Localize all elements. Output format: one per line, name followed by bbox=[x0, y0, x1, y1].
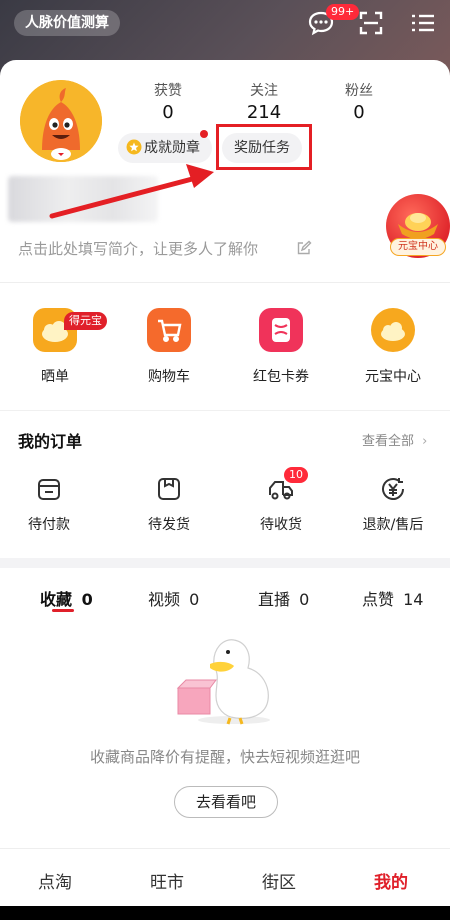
orders-title: 我的订单 bbox=[18, 432, 83, 451]
system-bar bbox=[0, 906, 450, 920]
stat-followers[interactable]: 粉丝 0 bbox=[319, 80, 399, 123]
stat-label: 粉丝 bbox=[345, 83, 373, 99]
achievement-label: 成就勋章 bbox=[144, 140, 200, 156]
order-pending-shipment[interactable]: 待发货 bbox=[124, 474, 214, 534]
view-all-orders-link[interactable]: 查看全部 › bbox=[362, 430, 427, 449]
quick-action-label: 元宝中心 bbox=[365, 369, 421, 385]
view-all-label: 查看全部 bbox=[362, 434, 415, 449]
active-tab-indicator bbox=[52, 609, 74, 612]
stat-label: 关注 bbox=[250, 83, 278, 99]
nav-wangshi[interactable]: 旺市 bbox=[150, 868, 184, 893]
yuanbao-icon bbox=[371, 308, 415, 352]
order-refund[interactable]: 退款/售后 bbox=[348, 474, 438, 534]
bio-placeholder[interactable]: 点击此处填写简介，让更多人了解你 bbox=[18, 238, 258, 259]
quick-action-label: 红包卡券 bbox=[253, 369, 309, 385]
blurred-username bbox=[8, 176, 158, 222]
quick-action-label: 晒单 bbox=[41, 369, 69, 385]
menu-icon[interactable] bbox=[408, 8, 438, 38]
avatar[interactable] bbox=[20, 80, 102, 162]
earn-yuanbao-badge: 得元宝 bbox=[64, 312, 107, 330]
order-pending-receipt[interactable]: 待收货 bbox=[236, 474, 326, 534]
refund-icon bbox=[378, 474, 408, 504]
quick-action-yuanbao[interactable]: 元宝中心 bbox=[348, 308, 438, 386]
yuanbao-float-label: 元宝中心 bbox=[390, 238, 446, 256]
medal-icon bbox=[126, 139, 142, 155]
cart-icon bbox=[147, 308, 191, 352]
tab-label: 点赞 bbox=[362, 590, 395, 609]
stat-value: 0 bbox=[162, 102, 174, 123]
stat-value: 0 bbox=[353, 102, 365, 123]
quick-action-coupons[interactable]: 红包卡券 bbox=[236, 308, 326, 386]
tab-label: 收藏 bbox=[40, 590, 73, 609]
order-pending-payment[interactable]: 待付款 bbox=[4, 474, 94, 534]
order-label: 退款/售后 bbox=[362, 517, 424, 533]
message-count-badge: 99+ bbox=[326, 4, 360, 20]
tab-label: 直播 bbox=[258, 590, 291, 609]
tab-live[interactable]: 直播 0 bbox=[258, 586, 309, 610]
order-label: 待付款 bbox=[28, 517, 70, 533]
tab-count: 14 bbox=[403, 590, 424, 609]
tab-favorites[interactable]: 收藏 0 bbox=[40, 586, 93, 610]
go-browse-button[interactable]: 去看看吧 bbox=[174, 786, 278, 818]
empty-state-illustration bbox=[172, 628, 282, 728]
scan-icon[interactable] bbox=[356, 8, 386, 38]
achievement-button[interactable]: 成就勋章 bbox=[118, 133, 212, 163]
quick-action-cart[interactable]: 购物车 bbox=[124, 308, 214, 386]
tab-label: 视频 bbox=[148, 590, 181, 609]
edit-icon[interactable] bbox=[296, 240, 312, 256]
coupon-icon bbox=[259, 308, 303, 352]
tab-count: 0 bbox=[81, 590, 93, 609]
annotation-highlight-box bbox=[216, 124, 312, 170]
stat-label: 获赞 bbox=[154, 83, 182, 99]
empty-state-text: 收藏商品降价有提醒，快去短视频逛逛吧 bbox=[89, 748, 360, 766]
order-count-badge: 10 bbox=[284, 467, 308, 483]
tab-count: 0 bbox=[189, 590, 200, 609]
stat-value: 214 bbox=[246, 102, 282, 123]
quick-action-label: 购物车 bbox=[148, 369, 190, 385]
stat-following[interactable]: 关注 214 bbox=[224, 80, 304, 123]
order-label: 待发货 bbox=[148, 517, 190, 533]
wallet-icon bbox=[34, 474, 64, 504]
nav-mine[interactable]: 我的 bbox=[374, 868, 408, 893]
network-value-button[interactable]: 人脉价值测算 bbox=[14, 10, 120, 36]
stat-likes[interactable]: 获赞 0 bbox=[128, 80, 208, 123]
nav-jiequ[interactable]: 街区 bbox=[262, 868, 296, 893]
chevron-right-icon: › bbox=[422, 434, 428, 449]
tab-likes[interactable]: 点赞 14 bbox=[362, 586, 423, 610]
tab-videos[interactable]: 视频 0 bbox=[148, 586, 199, 610]
nav-diantao[interactable]: 点淘 bbox=[38, 868, 72, 893]
tab-count: 0 bbox=[299, 590, 310, 609]
order-label: 待收货 bbox=[260, 517, 302, 533]
package-icon bbox=[154, 474, 184, 504]
notification-dot bbox=[200, 130, 208, 138]
